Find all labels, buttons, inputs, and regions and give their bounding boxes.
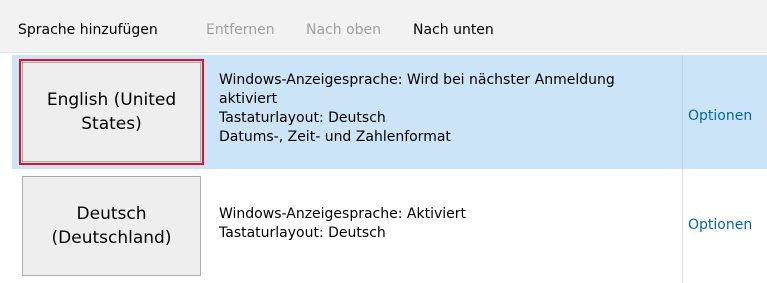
language-name: English (United States) xyxy=(46,90,177,134)
language-tile-deutsch[interactable]: Deutsch (Deutschland) xyxy=(22,176,201,276)
language-toolbar: Sprache hinzufügen Entfernen Nach oben N… xyxy=(0,0,767,53)
language-tile-english[interactable]: English (United States) xyxy=(22,62,201,162)
column-divider xyxy=(682,169,683,283)
remove-language-button[interactable]: Entfernen xyxy=(206,21,275,39)
language-details: Windows-Anzeigesprache: Wird bei nächste… xyxy=(219,71,615,147)
options-link-english[interactable]: Optionen xyxy=(688,108,752,124)
display-language-status-continued: aktiviert xyxy=(219,91,278,107)
language-row-english[interactable]: English (United States) Windows-Anzeiges… xyxy=(12,55,767,169)
language-row-deutsch[interactable]: Deutsch (Deutschland) Windows-Anzeigespr… xyxy=(12,169,767,283)
keyboard-layout: Tastaturlayout: Deutsch xyxy=(219,110,386,126)
move-up-button[interactable]: Nach oben xyxy=(306,21,381,39)
language-details: Windows-Anzeigesprache: Aktiviert Tastat… xyxy=(219,205,466,243)
add-language-button[interactable]: Sprache hinzufügen xyxy=(18,21,158,39)
move-down-button[interactable]: Nach unten xyxy=(413,21,494,39)
language-name: Deutsch (Deutschland) xyxy=(51,204,172,248)
options-link-deutsch[interactable]: Optionen xyxy=(688,217,752,233)
display-language-status: Windows-Anzeigesprache: Aktiviert xyxy=(219,206,467,222)
regional-format: Datums-, Zeit- und Zahlenformat xyxy=(219,129,451,145)
keyboard-layout: Tastaturlayout: Deutsch xyxy=(219,225,386,241)
display-language-status: Windows-Anzeigesprache: Wird bei nächste… xyxy=(219,72,615,88)
column-divider xyxy=(682,55,683,169)
